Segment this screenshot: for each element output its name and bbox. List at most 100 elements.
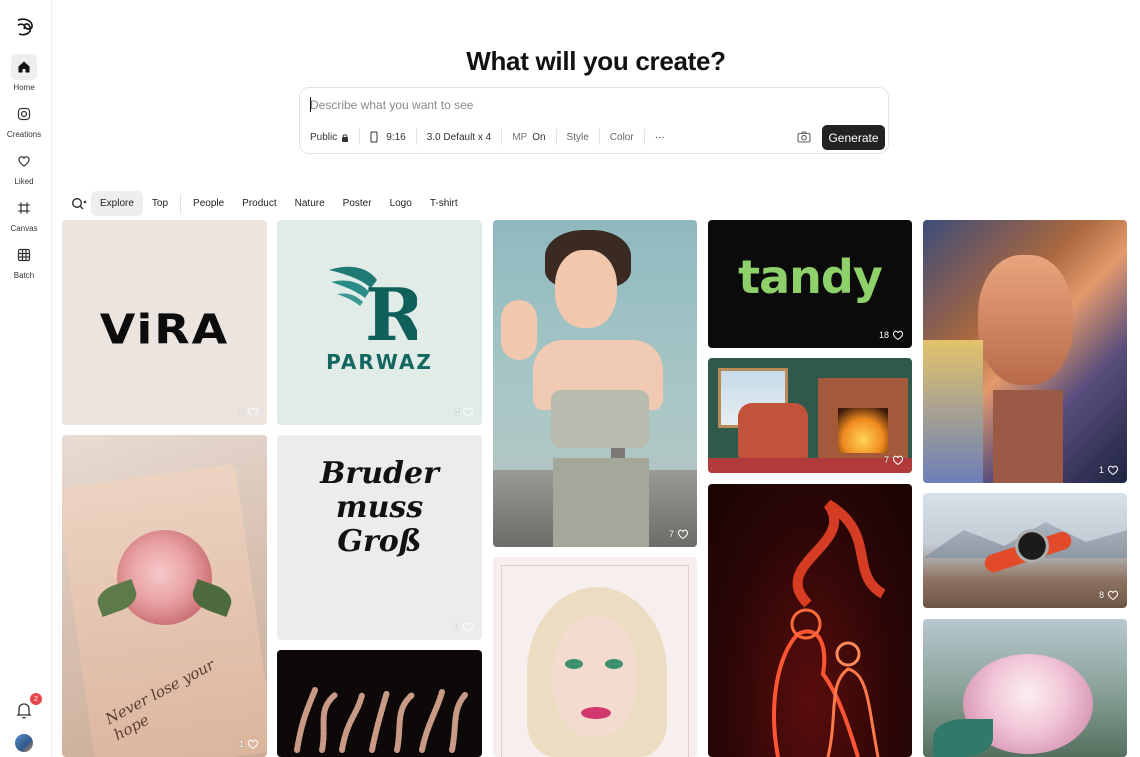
like-button[interactable]: 18 [879,329,904,341]
home-icon [11,54,37,80]
visibility-label: Public [310,131,338,143]
model-label: 3.0 Default x 4 [426,131,492,143]
like-count: 1 [1098,465,1104,475]
image-card[interactable]: 1 [923,220,1127,483]
heart-icon [462,407,474,418]
prompt-box: Public 9:16 3.0 Default x 4 MP On Style … [299,87,889,154]
like-button[interactable]: 1 [1099,464,1119,476]
like-button[interactable]: 6 [239,406,259,418]
image-card[interactable] [708,484,912,757]
rose-shape [117,530,212,625]
divider [180,193,182,214]
like-count: 18 [878,330,889,340]
image-card[interactable]: 8 [923,493,1127,608]
heart-icon [1107,465,1119,476]
sidebar: Home Creations Liked Canvas Batch 2 [0,0,52,757]
generate-button[interactable]: Generate [822,125,885,150]
sidebar-item-batch[interactable]: Batch [0,242,48,280]
heart-icon [677,529,689,540]
flame-couple-shape [772,499,886,757]
image-card[interactable]: 7 [708,358,912,473]
aspect-ratio-label: 9:16 [386,131,406,143]
prompt-input[interactable] [310,96,870,114]
image-card[interactable] [277,650,482,757]
canvas-icon [11,195,37,221]
like-button[interactable]: 0 [454,621,474,633]
style-select[interactable]: Style [557,127,599,147]
like-button[interactable]: 7 [669,528,689,540]
category-poster[interactable]: Poster [334,191,381,216]
category-logo[interactable]: Logo [381,191,421,216]
pants-shape [553,458,649,547]
heart-icon [892,330,904,341]
visibility-toggle[interactable]: Public [300,127,359,147]
svg-text:R: R [365,272,417,345]
sidebar-item-creations[interactable]: Creations [0,101,48,139]
sidebar-item-home[interactable]: Home [0,54,48,92]
heart-icon [1107,590,1119,601]
like-button[interactable]: 4 [454,406,474,418]
like-count: 7 [668,529,674,539]
card-lettering-text: Bruder muss Groß [320,456,439,559]
model-select[interactable]: 3.0 Default x 4 [417,127,501,147]
more-icon: ··· [654,131,665,143]
category-t-shirt[interactable]: T-shirt [421,191,467,216]
sidebar-item-label: Batch [13,271,35,280]
face-shape [555,250,617,328]
search-icon [72,197,87,209]
page-title: What will you create? [466,46,726,76]
search-filter-button[interactable] [68,191,90,216]
rope-lettering-shape [294,687,468,753]
image-card[interactable]: R PARWAZ 4 [277,220,482,425]
card-logo-text: tandy [738,250,883,304]
camera-icon[interactable] [797,130,811,144]
portrait-ratio-icon [370,131,378,143]
watch-face-shape [1015,529,1049,563]
image-card[interactable] [923,619,1127,757]
image-card[interactable]: Never lose your hope 1 [62,435,267,757]
category-people[interactable]: People [184,191,233,216]
top-shape [551,390,649,448]
sidebar-item-label: Home [13,83,35,92]
card-logo-text: PARWAZ [326,350,433,374]
heart-icon [247,407,259,418]
like-count: 1 [238,739,244,749]
hand-shape [501,300,537,360]
like-count: 7 [883,455,889,465]
lips-shape [581,707,611,719]
image-card[interactable] [493,557,697,757]
image-card[interactable]: Bruder muss Groß 0 [277,435,482,640]
heart-icon [462,622,474,633]
paint-stroke-shape [923,340,983,483]
more-options-button[interactable]: ··· [645,127,675,147]
app-logo-icon[interactable] [14,16,36,38]
wing-r-logo-icon: R [329,266,417,345]
notification-badge: 2 [30,693,42,705]
like-button[interactable]: 1 [239,738,259,750]
eye-shape [565,659,583,669]
category-nature[interactable]: Nature [286,191,334,216]
like-count: 0 [453,622,459,632]
fire-shape [838,408,888,453]
avatar[interactable] [15,734,33,752]
tab-explore[interactable]: Explore [91,191,143,216]
like-button[interactable]: 8 [1099,589,1119,601]
card-logo-text: ViRA [99,304,230,354]
magic-prompt-toggle[interactable]: MP On [502,127,555,147]
filter-bar: Explore Top People Product Nature Poster… [68,191,467,216]
image-card[interactable]: 7 [493,220,697,547]
prompt-options: Public 9:16 3.0 Default x 4 MP On Style … [300,125,675,149]
lock-icon [342,133,349,142]
face-shape [978,255,1073,385]
aspect-ratio-select[interactable]: 9:16 [360,127,415,147]
sidebar-item-liked[interactable]: Liked [0,148,48,186]
color-select[interactable]: Color [600,127,644,147]
like-button[interactable]: 7 [884,454,904,466]
batch-icon [11,242,37,268]
like-count: 8 [1098,590,1104,600]
category-product[interactable]: Product [233,191,285,216]
image-card[interactable]: ViRA 6 [62,220,267,425]
tab-top[interactable]: Top [143,191,177,216]
image-card[interactable]: tandy 18 [708,220,912,348]
sidebar-item-canvas[interactable]: Canvas [0,195,48,233]
